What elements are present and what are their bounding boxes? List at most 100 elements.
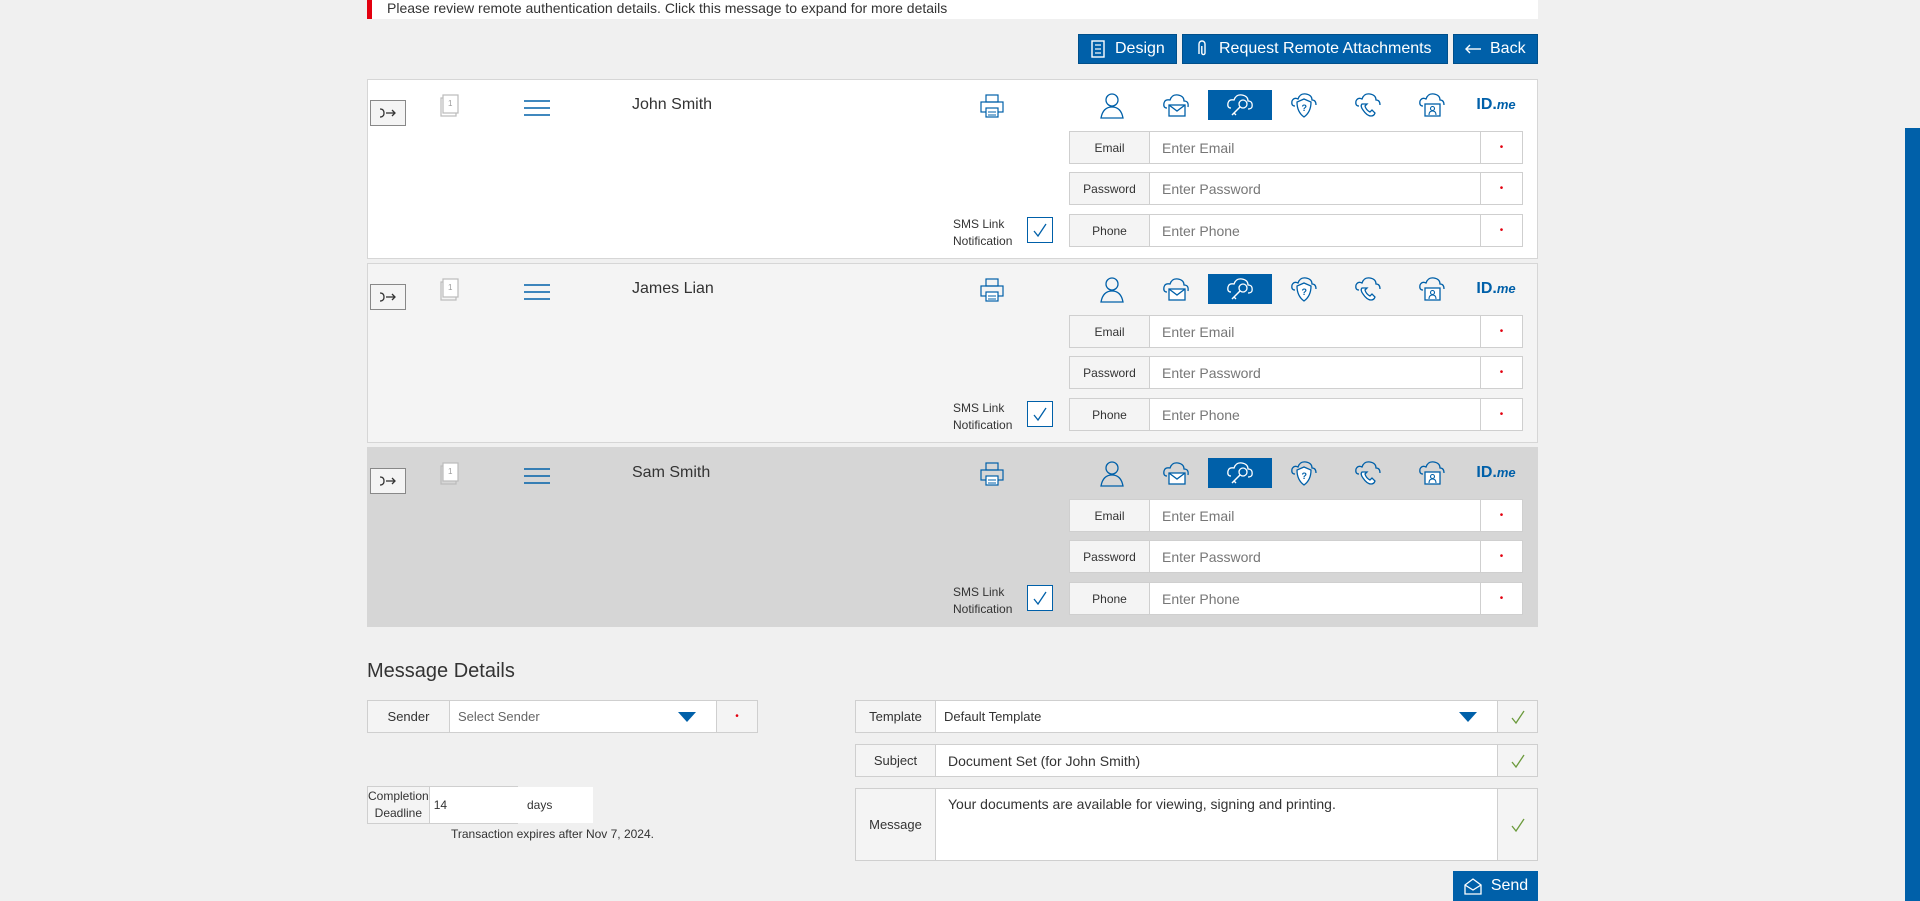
template-label: Template — [856, 701, 936, 732]
message-label: Message — [856, 789, 936, 860]
svg-text:1: 1 — [448, 283, 453, 292]
sms-link-notification-label: SMS Link Notification — [953, 401, 1013, 432]
auth-method-selector: ? ID.me — [1080, 458, 1528, 488]
valid-check — [1497, 745, 1537, 776]
printer-icon[interactable] — [978, 460, 1006, 488]
recipient-name: James Lian — [632, 280, 714, 297]
cloud-id-card-icon[interactable] — [1400, 274, 1464, 304]
checkmark-icon — [1510, 710, 1525, 724]
sms-link-notification-label: SMS Link Notification — [953, 585, 1013, 616]
password-input[interactable] — [1150, 357, 1480, 388]
shield-question-icon[interactable]: ? — [1272, 90, 1336, 120]
person-icon[interactable] — [1080, 90, 1144, 120]
required-indicator: • — [1480, 500, 1522, 531]
person-icon[interactable] — [1080, 274, 1144, 304]
person-icon[interactable] — [1080, 458, 1144, 488]
idme-logo[interactable]: ID.me — [1464, 90, 1528, 120]
svg-text:1: 1 — [448, 99, 453, 108]
phone-input[interactable] — [1150, 399, 1480, 430]
completion-deadline-label: Completion Deadline — [368, 787, 430, 823]
checkmark-icon — [1033, 407, 1047, 422]
message-textarea[interactable]: Your documents are available for viewing… — [936, 789, 1497, 860]
cloud-phone-icon[interactable] — [1336, 274, 1400, 304]
chevron-down-icon — [1459, 711, 1477, 722]
cloud-key-icon[interactable] — [1208, 458, 1272, 488]
phone-field-row: Phone • — [1069, 214, 1523, 247]
menu-icon[interactable] — [524, 466, 550, 486]
idme-logo[interactable]: ID.me — [1464, 458, 1528, 488]
document-icon: 1 — [440, 462, 459, 485]
menu-icon[interactable] — [524, 282, 550, 302]
cloud-email-icon[interactable] — [1144, 90, 1208, 120]
back-button[interactable]: Back — [1453, 34, 1538, 64]
svg-text:?: ? — [1302, 103, 1308, 113]
checkmark-icon — [1510, 818, 1525, 832]
chevron-down-icon — [678, 711, 696, 722]
email-input[interactable] — [1150, 500, 1480, 531]
phone-input[interactable] — [1150, 215, 1480, 246]
email-input[interactable] — [1150, 132, 1480, 163]
routing-handle[interactable] — [370, 468, 406, 494]
template-select[interactable]: Default Template — [936, 701, 1497, 732]
menu-icon[interactable] — [524, 98, 550, 118]
request-remote-attachments-button[interactable]: Request Remote Attachments — [1182, 34, 1448, 64]
cloud-email-icon[interactable] — [1144, 458, 1208, 488]
template-field: Template Default Template — [855, 700, 1538, 733]
routing-handle[interactable] — [370, 100, 406, 126]
sms-link-notification-checkbox[interactable] — [1027, 585, 1053, 611]
password-label: Password — [1070, 173, 1150, 204]
required-indicator: • — [1480, 316, 1522, 347]
required-indicator: • — [717, 701, 757, 732]
routing-arrow-icon — [379, 108, 396, 118]
cloud-key-icon[interactable] — [1208, 90, 1272, 120]
phone-input[interactable] — [1150, 583, 1480, 614]
password-field-row: Password • — [1069, 540, 1523, 573]
back-button-label: Back — [1490, 40, 1526, 57]
routing-arrow-icon — [379, 292, 396, 302]
paperclip-icon — [1198, 40, 1206, 56]
design-button[interactable]: Design — [1078, 34, 1177, 64]
cloud-id-card-icon[interactable] — [1400, 90, 1464, 120]
recipient-panel-1: 1 John Smith ? ID.me Email • Password • … — [367, 79, 1538, 259]
sms-link-notification-label: SMS Link Notification — [953, 217, 1013, 248]
sms-link-notification-checkbox[interactable] — [1027, 401, 1053, 427]
document-icon: 1 — [440, 278, 459, 301]
routing-arrow-icon — [379, 476, 396, 486]
recipient-name: Sam Smith — [632, 464, 711, 481]
password-label: Password — [1070, 357, 1150, 388]
subject-input[interactable] — [936, 745, 1497, 776]
idme-logo[interactable]: ID.me — [1464, 274, 1528, 304]
cloud-phone-icon[interactable] — [1336, 458, 1400, 488]
cloud-email-icon[interactable] — [1144, 274, 1208, 304]
sender-select[interactable]: Select Sender — [450, 701, 717, 732]
sms-link-notification-checkbox[interactable] — [1027, 217, 1053, 243]
password-input[interactable] — [1150, 173, 1480, 204]
required-indicator: • — [1480, 215, 1522, 246]
printer-icon[interactable] — [978, 92, 1006, 120]
scrollbar[interactable] — [1905, 128, 1920, 901]
svg-text:1: 1 — [448, 467, 453, 476]
valid-check — [1497, 789, 1537, 860]
send-button-label: Send — [1490, 877, 1529, 894]
cloud-phone-icon[interactable] — [1336, 90, 1400, 120]
shield-question-icon[interactable]: ? — [1272, 458, 1336, 488]
required-indicator: • — [1480, 132, 1522, 163]
send-button[interactable]: Send — [1453, 871, 1538, 901]
completion-deadline-field: Completion Deadline — [367, 786, 593, 824]
email-field-row: Email • — [1069, 315, 1523, 348]
recipient-name: John Smith — [632, 96, 713, 113]
subject-field: Subject — [855, 744, 1538, 777]
cloud-id-card-icon[interactable] — [1400, 458, 1464, 488]
shield-question-icon[interactable]: ? — [1272, 274, 1336, 304]
completion-deadline-input[interactable] — [429, 787, 593, 823]
printer-icon[interactable] — [978, 276, 1006, 304]
auth-notice-banner[interactable]: Please review remote authentication deta… — [367, 0, 1538, 19]
envelope-send-icon — [1464, 878, 1482, 895]
routing-handle[interactable] — [370, 284, 406, 310]
required-indicator: • — [1480, 173, 1522, 204]
sender-field: Sender Select Sender • — [367, 700, 758, 733]
cloud-key-icon[interactable] — [1208, 274, 1272, 304]
phone-label: Phone — [1070, 399, 1150, 430]
password-input[interactable] — [1150, 541, 1480, 572]
email-input[interactable] — [1150, 316, 1480, 347]
